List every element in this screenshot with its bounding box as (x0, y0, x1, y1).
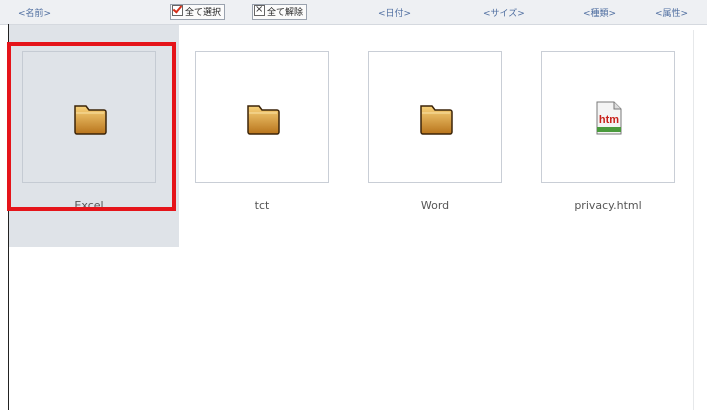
selection-highlight-box (7, 42, 176, 211)
toolbar: <名前> 全て選択 全て解除 <日付> <サイズ> <種類> <属性> (0, 0, 707, 25)
folder-icon (420, 105, 453, 135)
file-item-privacy-html[interactable]: htm privacy.html (528, 25, 698, 247)
sort-by-name-link[interactable]: <名前> (18, 6, 51, 19)
file-name: privacy.html (574, 199, 642, 212)
file-name: Word (420, 199, 450, 212)
file-thumbnail[interactable] (195, 51, 329, 183)
checkbox-checked-icon (172, 5, 183, 16)
file-item-tct[interactable]: tct (182, 25, 352, 247)
file-name: tct (254, 199, 270, 212)
sort-by-attribute-link[interactable]: <属性> (655, 6, 688, 19)
file-item-word[interactable]: Word (355, 25, 525, 247)
file-thumbnail[interactable]: htm (541, 51, 675, 183)
checkbox-clear-icon (254, 3, 265, 17)
sort-by-type-link[interactable]: <種類> (583, 6, 616, 19)
html-file-icon: htm (596, 101, 622, 135)
svg-text:htm: htm (599, 114, 619, 126)
select-all-button[interactable]: 全て選択 (170, 4, 226, 20)
file-thumbnail[interactable] (368, 51, 502, 183)
sort-by-date-link[interactable]: <日付> (378, 6, 411, 19)
deselect-all-label: 全て解除 (267, 8, 304, 18)
folder-icon (247, 105, 280, 135)
sort-by-size-link[interactable]: <サイズ> (483, 6, 525, 19)
deselect-all-button[interactable]: 全て解除 (252, 3, 308, 20)
select-all-label: 全て選択 (185, 8, 222, 18)
